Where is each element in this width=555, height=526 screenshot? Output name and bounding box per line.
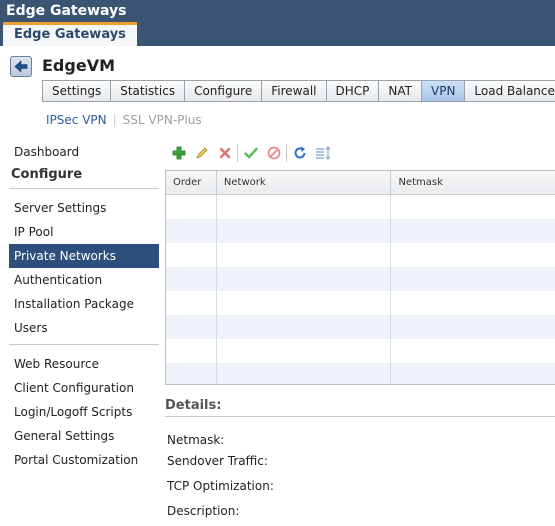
- column-header-order[interactable]: Order: [166, 171, 217, 194]
- table-row: [166, 315, 555, 339]
- add-icon: [172, 146, 185, 160]
- tab-vpn[interactable]: VPN: [421, 80, 465, 102]
- sidebar: Dashboard Configure Server Settings IP P…: [9, 140, 159, 472]
- sidebar-item-general-settings[interactable]: General Settings: [9, 424, 159, 448]
- vpn-subtabs: IPSec VPN | SSL VPN-Plus: [46, 113, 202, 127]
- table-row: [166, 363, 555, 384]
- table-row: [166, 219, 555, 243]
- detail-label-description: Description:: [167, 504, 240, 518]
- grid-toolbar: [167, 143, 334, 163]
- sidebar-divider: [9, 344, 159, 345]
- table-body: [166, 195, 555, 384]
- details-divider: [165, 416, 555, 417]
- edit-button[interactable]: [190, 143, 213, 163]
- table-row: [166, 291, 555, 315]
- sort-button[interactable]: [311, 143, 334, 163]
- back-arrow-icon: [14, 60, 28, 73]
- enable-icon: [243, 147, 258, 159]
- sidebar-item-client-configuration[interactable]: Client Configuration: [9, 376, 159, 400]
- delete-icon: [219, 147, 230, 159]
- tab-nat[interactable]: NAT: [378, 80, 421, 102]
- subtab-ipsec-vpn[interactable]: IPSec VPN: [46, 113, 107, 127]
- toolbar-separator: [286, 144, 287, 162]
- sidebar-divider: [9, 188, 159, 189]
- sidebar-item-private-networks[interactable]: Private Networks: [9, 244, 159, 268]
- sidebar-item-ip-pool[interactable]: IP Pool: [9, 220, 159, 244]
- tab-dhcp[interactable]: DHCP: [325, 80, 379, 102]
- sidebar-item-server-settings[interactable]: Server Settings: [9, 196, 159, 220]
- disable-button[interactable]: [262, 143, 285, 163]
- refresh-icon: [294, 146, 305, 159]
- tab-configure[interactable]: Configure: [184, 80, 262, 102]
- tab-settings[interactable]: Settings: [42, 80, 111, 102]
- add-button[interactable]: [167, 143, 190, 163]
- column-header-netmask[interactable]: Netmask: [391, 171, 555, 194]
- main-tabs: Settings Statistics Configure Firewall D…: [42, 80, 555, 102]
- sidebar-item-installation-package[interactable]: Installation Package: [9, 292, 159, 316]
- table-row: [166, 243, 555, 267]
- edit-icon: [195, 147, 208, 159]
- back-button[interactable]: [10, 56, 32, 77]
- app-tab-edge-gateways[interactable]: Edge Gateways: [3, 22, 137, 46]
- sidebar-heading-configure: Configure: [11, 167, 83, 182]
- sidebar-item-portal-customization[interactable]: Portal Customization: [9, 448, 159, 472]
- table-header: Order Network Netmask: [166, 171, 555, 195]
- sidebar-item-web-resource[interactable]: Web Resource: [9, 352, 159, 376]
- window-title: Edge Gateways: [6, 3, 127, 19]
- refresh-button[interactable]: [288, 143, 311, 163]
- sidebar-item-authentication[interactable]: Authentication: [9, 268, 159, 292]
- table-row: [166, 339, 555, 363]
- table-row: [166, 267, 555, 291]
- tab-load-balancer[interactable]: Load Balancer: [464, 80, 555, 102]
- page-title: EdgeVM: [42, 56, 115, 75]
- tab-firewall[interactable]: Firewall: [261, 80, 326, 102]
- disable-icon: [267, 146, 280, 160]
- sidebar-item-login-logoff-scripts[interactable]: Login/Logoff Scripts: [9, 400, 159, 424]
- toolbar-separator: [237, 144, 238, 162]
- sort-icon: [315, 146, 331, 160]
- title-bar: Edge Gateways Edge Gateways: [0, 0, 555, 46]
- subtab-ssl-vpn-plus[interactable]: SSL VPN-Plus: [123, 113, 202, 127]
- column-header-network[interactable]: Network: [217, 171, 392, 194]
- enable-button[interactable]: [239, 143, 262, 163]
- tab-statistics[interactable]: Statistics: [110, 80, 185, 102]
- detail-label-sendover-traffic: Sendover Traffic:: [167, 454, 268, 468]
- table-row: [166, 195, 555, 219]
- detail-label-netmask: Netmask:: [167, 433, 225, 447]
- details-title: Details:: [165, 398, 222, 413]
- sidebar-item-dashboard[interactable]: Dashboard: [9, 140, 159, 164]
- subtab-separator: |: [112, 113, 117, 127]
- delete-button[interactable]: [213, 143, 236, 163]
- private-networks-table: Order Network Netmask: [165, 170, 555, 385]
- detail-label-tcp-optimization: TCP Optimization:: [167, 479, 274, 493]
- sidebar-item-users[interactable]: Users: [9, 316, 159, 340]
